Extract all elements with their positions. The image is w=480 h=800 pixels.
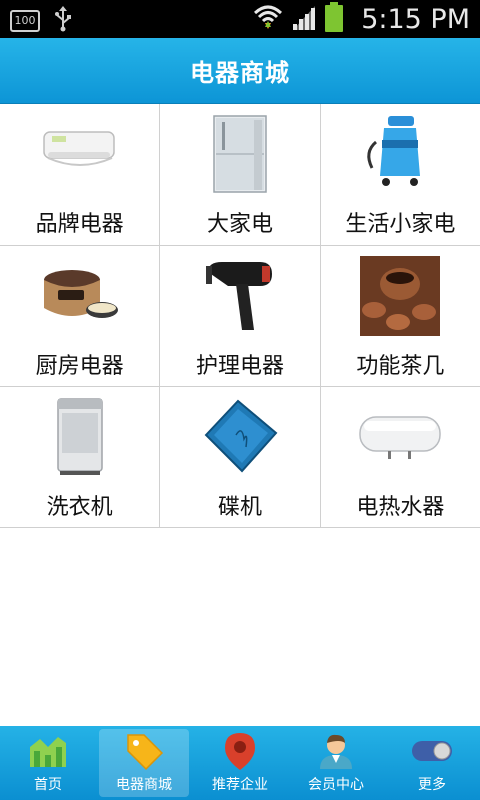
home-chart-icon [25,730,71,772]
toggle-icon [409,730,455,772]
grid-row: 厨房电器 护理电器 功能茶几 [0,245,480,386]
category-tile-tea-tables[interactable]: 功能茶几 [320,246,480,386]
usb-icon [54,6,72,36]
category-tile-water-heaters[interactable]: 电热水器 [320,387,480,527]
map-pin-icon [217,730,263,772]
category-tile-brand-appliances[interactable]: 品牌电器 [0,104,161,245]
status-right: 5:15 PM [253,0,470,38]
status-clock: 5:15 PM [361,3,470,35]
hair-dryer-icon [198,254,282,338]
refrigerator-icon [198,112,282,196]
category-label: 电热水器 [356,495,445,520]
battery-icon [325,2,344,36]
nav-label: 更多 [418,777,446,793]
nav-label: 首页 [34,777,62,793]
battery-level-badge: 100 [10,10,40,32]
category-label: 洗衣机 [46,495,113,520]
app-header: 电器商城 [0,38,480,104]
bottom-nav: 首页 电器商城 推荐企业 会员中心 更多 [0,726,480,800]
disc-player-icon [198,395,282,479]
category-label: 厨房电器 [35,354,124,379]
category-tile-kitchen-appliances[interactable]: 厨房电器 [0,246,161,386]
category-tile-washing-machines[interactable]: 洗衣机 [0,387,161,527]
status-left: 100 [10,6,72,36]
category-label: 品牌电器 [35,212,124,237]
nav-item-recommended-companies[interactable]: 推荐企业 [192,726,288,800]
tea-set-icon [358,254,442,338]
category-tile-care-appliances[interactable]: 护理电器 [160,246,321,386]
signal-icon [291,4,317,34]
category-label: 生活小家电 [345,212,456,237]
nav-label: 电器商城 [116,777,172,793]
member-avatar-icon [313,730,359,772]
nav-item-appliance-mall[interactable]: 电器商城 [96,726,192,800]
nav-item-member-center[interactable]: 会员中心 [288,726,384,800]
nav-item-home[interactable]: 首页 [0,726,96,800]
nav-label: 推荐企业 [212,777,268,793]
category-tile-large-appliances[interactable]: 大家电 [160,104,321,245]
wifi-icon [253,3,283,35]
category-tile-small-appliances[interactable]: 生活小家电 [320,104,480,245]
vacuum-cleaner-icon [358,112,442,196]
category-label: 大家电 [206,212,273,237]
water-heater-icon [358,395,442,479]
category-label: 护理电器 [195,354,284,379]
air-conditioner-icon [38,112,122,196]
category-label: 功能茶几 [356,354,445,379]
price-tag-icon [121,730,167,772]
page-title: 电器商城 [190,59,290,87]
category-grid: 品牌电器 大家电 生活小家电 厨房电器 护理电器 功能茶几 洗衣机 碟机 电热水… [0,104,480,528]
status-bar: 100 5:15 PM [0,0,480,38]
nav-label: 会员中心 [308,777,364,793]
category-tile-disc-players[interactable]: 碟机 [160,387,321,527]
nav-item-more[interactable]: 更多 [384,726,480,800]
grid-row: 洗衣机 碟机 电热水器 [0,386,480,527]
washing-machine-icon [38,395,122,479]
category-label: 碟机 [217,495,262,520]
rice-cooker-icon [38,254,122,338]
grid-row: 品牌电器 大家电 生活小家电 [0,104,480,245]
